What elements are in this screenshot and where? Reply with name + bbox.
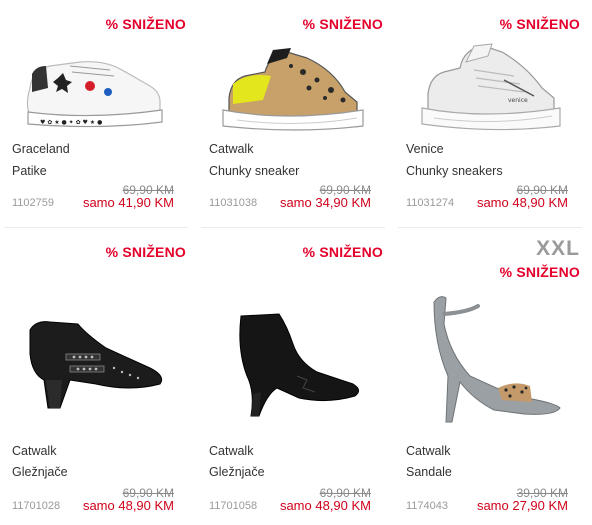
- white-sneaker-icon[interactable]: ♥ ✿ ★ ● ✦ ✿ ♥ ★ ●: [10, 36, 182, 136]
- product-sku: 1102759: [12, 197, 55, 209]
- product-card[interactable]: % SNIŽENO Catwalk Gležnjače 69,90 KM 117…: [201, 234, 385, 524]
- product-type[interactable]: Gležnjače: [209, 465, 265, 479]
- product-type[interactable]: Sandale: [406, 465, 452, 479]
- sale-price: samo 41,90 KM: [82, 195, 174, 210]
- size-tag: XXL: [536, 237, 580, 260]
- sale-badge: % SNIŽENO: [302, 244, 383, 260]
- product-brand[interactable]: Catwalk: [406, 444, 450, 458]
- svg-text:♥ ✿ ★ ● ✦ ✿ ♥ ★ ●: ♥ ✿ ★ ● ✦ ✿ ♥ ★ ●: [40, 119, 102, 126]
- product-card[interactable]: % SNIŽENO venice Venice Chunky sneakers …: [398, 6, 582, 228]
- sale-badge: % SNIŽENO: [499, 16, 580, 32]
- studded-bootie-icon[interactable]: [10, 284, 182, 424]
- white-chunky-sneaker-icon[interactable]: venice: [404, 36, 576, 136]
- sale-badge: % SNIŽENO: [302, 16, 383, 32]
- sale-price: samo 48,90 KM: [279, 498, 371, 513]
- sale-price: samo 48,90 KM: [476, 195, 568, 210]
- product-card[interactable]: XXL % SNIŽENO Catwalk Sandale 39,90 KM 1…: [398, 234, 582, 524]
- sale-badge: % SNIŽENO: [105, 16, 186, 32]
- sale-price: samo 27,90 KM: [476, 498, 568, 513]
- product-type[interactable]: Patike: [12, 164, 47, 178]
- strappy-sandal-icon[interactable]: [404, 284, 576, 424]
- product-sku: 11701058: [209, 500, 258, 512]
- product-brand[interactable]: Catwalk: [209, 444, 253, 458]
- product-sku: 1174043: [406, 500, 449, 512]
- svg-text:venice: venice: [508, 97, 528, 104]
- divider: [201, 227, 385, 228]
- product-type[interactable]: Chunky sneakers: [406, 164, 503, 178]
- product-card[interactable]: % SNIŽENO Catwalk Gležnjače 69,90 KM 117…: [4, 234, 188, 524]
- product-brand[interactable]: Graceland: [12, 142, 70, 156]
- suede-heel-bootie-icon[interactable]: [207, 284, 379, 424]
- leopard-chunky-sneaker-icon[interactable]: [207, 36, 379, 136]
- product-card[interactable]: % SNIŽENO ♥ ✿ ★ ● ✦ ✿ ♥ ★ ● Graceland Pa…: [4, 6, 188, 228]
- divider: [4, 227, 188, 228]
- product-sku: 11031038: [209, 197, 258, 209]
- sale-price: samo 34,90 KM: [279, 195, 371, 210]
- product-sku: 11701028: [12, 500, 61, 512]
- product-brand[interactable]: Venice: [406, 142, 444, 156]
- product-grid: % SNIŽENO ♥ ✿ ★ ● ✦ ✿ ♥ ★ ● Graceland Pa…: [0, 0, 592, 525]
- divider: [398, 227, 582, 228]
- product-card[interactable]: % SNIŽENO Catwalk Chunky sneaker 69,90 K…: [201, 6, 385, 228]
- sale-badge: % SNIŽENO: [499, 264, 580, 280]
- product-brand[interactable]: Catwalk: [12, 444, 56, 458]
- sale-badge: % SNIŽENO: [105, 244, 186, 260]
- product-sku: 11031274: [406, 197, 455, 209]
- sale-price: samo 48,90 KM: [82, 498, 174, 513]
- product-type[interactable]: Chunky sneaker: [209, 164, 299, 178]
- product-brand[interactable]: Catwalk: [209, 142, 253, 156]
- product-type[interactable]: Gležnjače: [12, 465, 68, 479]
